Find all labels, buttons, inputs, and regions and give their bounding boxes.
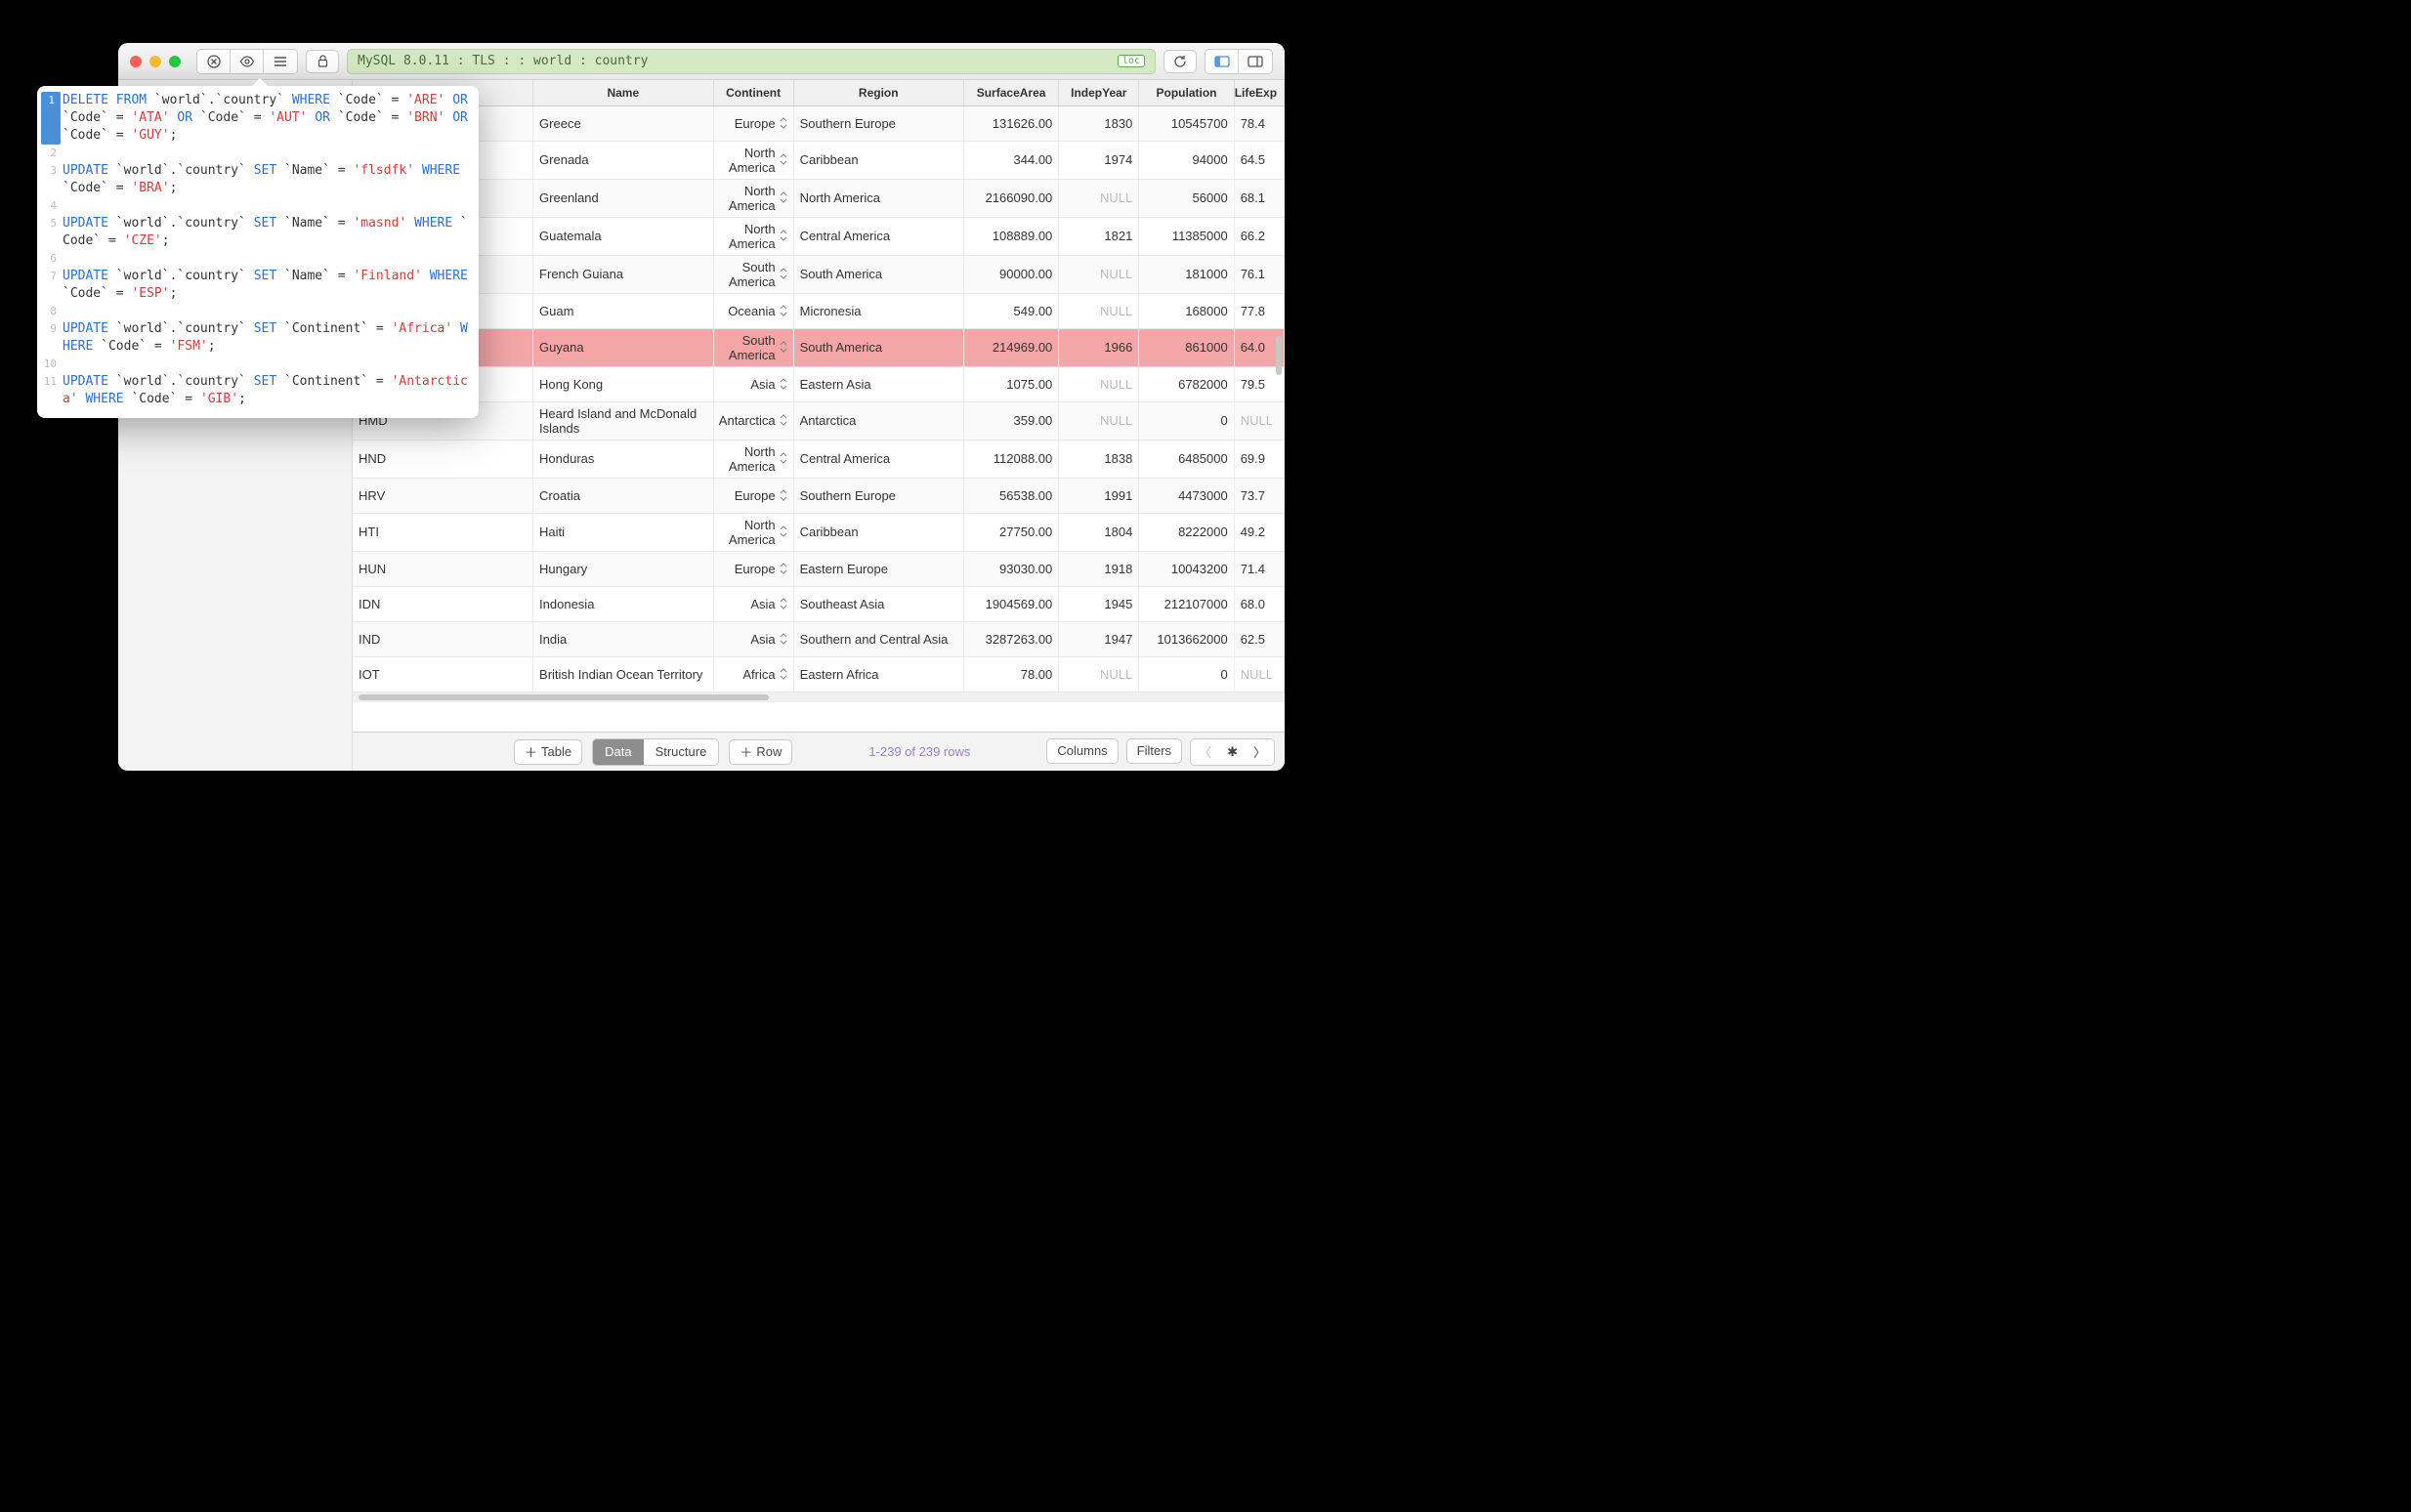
col-lifeexp[interactable]: LifeExp (1234, 80, 1284, 105)
breadcrumb-text: MySQL 8.0.11 : TLS : : world : country (358, 54, 648, 68)
table-row[interactable]: HKGHong KongAsiaEastern Asia1075.00NULL6… (353, 366, 1285, 401)
stepper-icon[interactable] (780, 598, 787, 610)
col-indepyear[interactable]: IndepYear (1059, 80, 1139, 105)
window-controls (130, 56, 181, 67)
stepper-icon[interactable] (780, 305, 787, 317)
stepper-icon[interactable] (780, 153, 787, 166)
preview-button[interactable] (231, 50, 264, 73)
col-population[interactable]: Population (1139, 80, 1234, 105)
table-row[interactable]: GreenlandNorth AmericaNorth America21660… (353, 179, 1285, 217)
stepper-icon[interactable] (780, 117, 787, 130)
stepper-icon[interactable] (780, 489, 787, 502)
table-row[interactable]: GuatemalaNorth AmericaCentral America108… (353, 217, 1285, 255)
stepper-icon[interactable] (780, 268, 787, 280)
close-icon[interactable] (130, 56, 142, 67)
stepper-icon[interactable] (780, 452, 787, 465)
tab-data[interactable]: Data (593, 739, 643, 765)
view-segmented-control: Data Structure (592, 738, 719, 766)
next-page-button[interactable]: 〉 (1246, 739, 1274, 765)
filters-button[interactable]: Filters (1126, 738, 1182, 764)
table-row[interactable]: HTIHaitiNorth AmericaCaribbean27750.0018… (353, 513, 1285, 551)
minimize-icon[interactable] (149, 56, 161, 67)
add-table-button[interactable]: ＋ Table (514, 739, 582, 765)
table-row[interactable]: INDIndiaAsiaSouthern and Central Asia328… (353, 621, 1285, 656)
vertical-scrollbar[interactable] (1276, 336, 1282, 375)
add-row-button[interactable]: ＋ Row (729, 739, 792, 765)
toolbar-group-right (1205, 49, 1273, 74)
footer: ＋ Table Data Structure ＋ Row 1-239 of 23… (353, 732, 1285, 771)
table-row[interactable]: HNDHondurasNorth AmericaCentral America1… (353, 440, 1285, 478)
col-continent[interactable]: Continent (713, 80, 793, 105)
table-row[interactable]: French GuianaSouth AmericaSouth America9… (353, 255, 1285, 293)
table-row[interactable]: GuamOceaniaMicronesia549.00NULL16800077.… (353, 293, 1285, 328)
columns-button[interactable]: Columns (1046, 738, 1118, 764)
zoom-icon[interactable] (169, 56, 181, 67)
table-row[interactable]: GrenadaNorth AmericaCaribbean344.0019749… (353, 141, 1285, 179)
sidebar-toggle-button[interactable] (1206, 50, 1239, 73)
table-row[interactable]: IOTBritish Indian Ocean TerritoryAfricaE… (353, 656, 1285, 692)
stepper-icon[interactable] (780, 633, 787, 646)
table-row[interactable]: IDNIndonesiaAsiaSoutheast Asia1904569.00… (353, 586, 1285, 621)
main-content: Name Continent Region SurfaceArea IndepY… (353, 80, 1285, 771)
plus-icon: ＋ (525, 742, 537, 761)
header-row: Name Continent Region SurfaceArea IndepY… (353, 80, 1285, 105)
lock-button[interactable] (306, 50, 339, 73)
toolbar-group-left (196, 49, 298, 74)
stepper-icon[interactable] (780, 563, 787, 575)
stepper-icon[interactable] (780, 230, 787, 242)
gear-icon: ✱ (1227, 744, 1238, 760)
sql-preview-popover: 1DELETE FROM `world`.`country` WHERE `Co… (37, 86, 479, 418)
stepper-icon[interactable] (780, 414, 787, 427)
col-region[interactable]: Region (793, 80, 963, 105)
stepper-icon[interactable] (780, 378, 787, 391)
prev-page-button[interactable]: 〈 (1191, 739, 1219, 765)
data-grid[interactable]: Name Continent Region SurfaceArea IndepY… (353, 80, 1285, 693)
list-button[interactable] (264, 50, 297, 73)
stepper-icon[interactable] (780, 191, 787, 204)
stepper-icon[interactable] (780, 525, 787, 538)
cancel-query-button[interactable] (197, 50, 231, 73)
panel-toggle-button[interactable] (1239, 50, 1272, 73)
stepper-icon[interactable] (780, 668, 787, 681)
plus-icon: ＋ (740, 742, 752, 761)
tab-structure[interactable]: Structure (644, 739, 719, 765)
settings-button[interactable]: ✱ (1219, 739, 1246, 765)
table-row[interactable]: HRVCroatiaEuropeSouthern Europe56538.001… (353, 478, 1285, 513)
col-surfacearea[interactable]: SurfaceArea (963, 80, 1058, 105)
titlebar: MySQL 8.0.11 : TLS : : world : country l… (118, 43, 1285, 80)
connection-badge: loc (1118, 55, 1145, 67)
table-row[interactable]: GuyanaSouth AmericaSouth America214969.0… (353, 328, 1285, 366)
table-row[interactable]: GreeceEuropeSouthern Europe131626.001830… (353, 105, 1285, 141)
col-name[interactable]: Name (533, 80, 714, 105)
table-row[interactable]: HMDHeard Island and McDonald IslandsAnta… (353, 401, 1285, 440)
refresh-button[interactable] (1163, 50, 1197, 73)
horizontal-scrollbar[interactable] (353, 693, 1285, 702)
breadcrumb[interactable]: MySQL 8.0.11 : TLS : : world : country l… (347, 49, 1156, 74)
page-status: 1-239 of 239 rows (868, 744, 970, 759)
stepper-icon[interactable] (780, 341, 787, 354)
table-row[interactable]: HUNHungaryEuropeEastern Europe93030.0019… (353, 551, 1285, 586)
